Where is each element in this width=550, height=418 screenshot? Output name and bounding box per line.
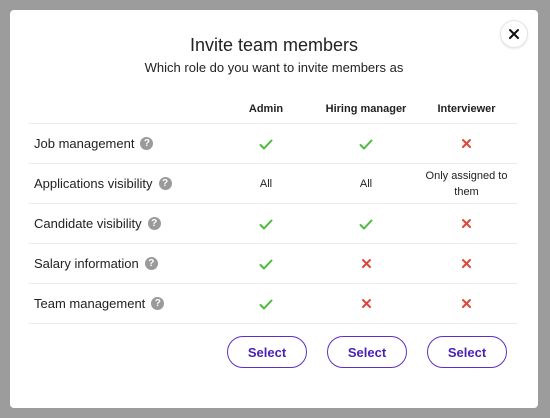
cross-icon [462,219,471,229]
check-icon [359,139,373,150]
feature-label: Salary information [34,255,139,271]
permissions-table: Admin Hiring manager Interviewer Job man… [28,94,517,324]
feature-label: Applications visibility [34,175,153,191]
feature-label: Team management [34,295,146,311]
feature-column-header [28,94,216,124]
permission-cell-interviewer: Only assigned to them [416,163,517,204]
table-row: Team management? [28,283,517,324]
check-icon [259,299,273,310]
permission-cell-interviewer [416,203,517,244]
feature-cell: Job management? [28,123,216,164]
permission-cell-interviewer [416,283,517,324]
cross-icon [361,259,371,269]
feature-cell: Candidate visibility? [28,203,216,244]
permission-cell-hiring-manager [316,203,416,244]
permission-cell-admin: All [216,163,316,204]
help-icon[interactable]: ? [147,217,161,231]
permission-cell-admin [216,283,316,324]
permission-value: Only assigned to them [425,169,508,198]
table-row: Applications visibility? All All Only assig… [28,163,517,204]
cross-icon [462,259,471,269]
check-icon [259,139,273,150]
permission-cell-hiring-manager [316,283,416,324]
table-row: Candidate visibility? [28,203,517,244]
dialog-subtitle: Which role do you want to invite members… [144,60,404,75]
permission-cell-hiring-manager [316,243,416,284]
table-header-row: Admin Hiring manager Interviewer [28,94,517,124]
permission-cell-interviewer [416,243,517,284]
feature-cell: Applications visibility? [28,163,216,204]
check-icon [359,219,373,230]
invite-dialog: Invite team members Which role do you wa… [10,10,538,408]
help-icon[interactable]: ? [144,257,158,271]
help-icon[interactable]: ? [140,137,154,151]
check-icon [259,259,273,270]
cross-icon [361,299,371,309]
permission-value: All [359,177,373,190]
check-icon [259,219,273,230]
feature-cell: Salary information? [28,243,216,284]
permission-value: All [259,177,273,190]
permission-cell-hiring-manager: All [316,163,416,204]
permission-cell-admin [216,203,316,244]
table-row: Salary information? [28,243,517,284]
select-interviewer-button[interactable]: Select [427,336,507,368]
column-header-hiring-manager: Hiring manager [316,94,416,124]
help-icon[interactable]: ? [151,297,165,311]
column-header-admin: Admin [216,94,316,124]
select-admin-button[interactable]: Select [227,336,307,368]
feature-label: Candidate visibility [34,215,142,231]
cross-icon [462,139,471,149]
permission-cell-hiring-manager [316,123,416,164]
help-icon[interactable]: ? [158,177,172,191]
select-hiring-manager-button[interactable]: Select [327,336,407,368]
permission-cell-interviewer [416,123,517,164]
permission-cell-admin [216,123,316,164]
feature-label: Job management [34,135,135,151]
table-row: Job management? [28,123,517,164]
feature-cell: Team management? [28,283,216,324]
dialog-title: Invite team members [189,35,359,55]
column-header-interviewer: Interviewer [416,94,517,124]
permission-cell-admin [216,243,316,284]
cross-icon [462,299,471,309]
permissions-table-body: Job management? Applications visibility? A… [28,123,517,324]
